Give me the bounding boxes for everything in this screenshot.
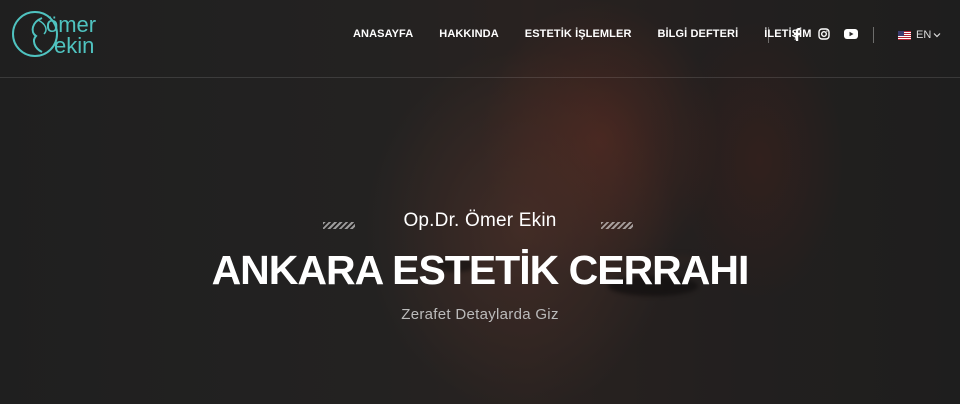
main-nav: ANASAYFA HAKKINDA ESTETİK İŞLEMLER BİLGİ… <box>353 28 837 40</box>
youtube-icon[interactable] <box>844 27 858 41</box>
facebook-icon[interactable] <box>790 27 804 41</box>
site-header: ömer ekin ANASAYFA HAKKINDA ESTETİK İŞLE… <box>0 0 960 78</box>
social-links <box>790 27 871 41</box>
hero-subtitle: Op.Dr. Ömer Ekin <box>403 210 557 231</box>
instagram-icon[interactable] <box>817 27 831 41</box>
nav-item-bilgi-defteri[interactable]: BİLGİ DEFTERİ <box>657 28 738 40</box>
logo-text-line2: ekin <box>54 33 94 58</box>
decorative-stripe <box>601 222 633 229</box>
nav-item-estetik-islemler[interactable]: ESTETİK İŞLEMLER <box>525 28 632 40</box>
language-label: EN <box>916 29 932 41</box>
us-flag-icon <box>898 30 911 40</box>
nav-item-anasayfa[interactable]: ANASAYFA <box>353 28 413 40</box>
decorative-stripe <box>323 222 355 229</box>
language-switcher[interactable]: EN <box>898 29 941 41</box>
nav-divider <box>768 27 769 43</box>
hero-tagline: Zerafet Detaylarda Giz <box>401 306 559 323</box>
nav-divider <box>873 27 874 43</box>
hero-title: ANKARA ESTETİK CERRAHI <box>211 247 750 293</box>
chevron-down-icon <box>933 33 941 38</box>
hero-content: Op.Dr. Ömer Ekin ANKARA ESTETİK CERRAHI … <box>0 210 960 323</box>
site-logo[interactable]: ömer ekin <box>8 6 133 62</box>
nav-item-hakkinda[interactable]: HAKKINDA <box>439 28 498 40</box>
